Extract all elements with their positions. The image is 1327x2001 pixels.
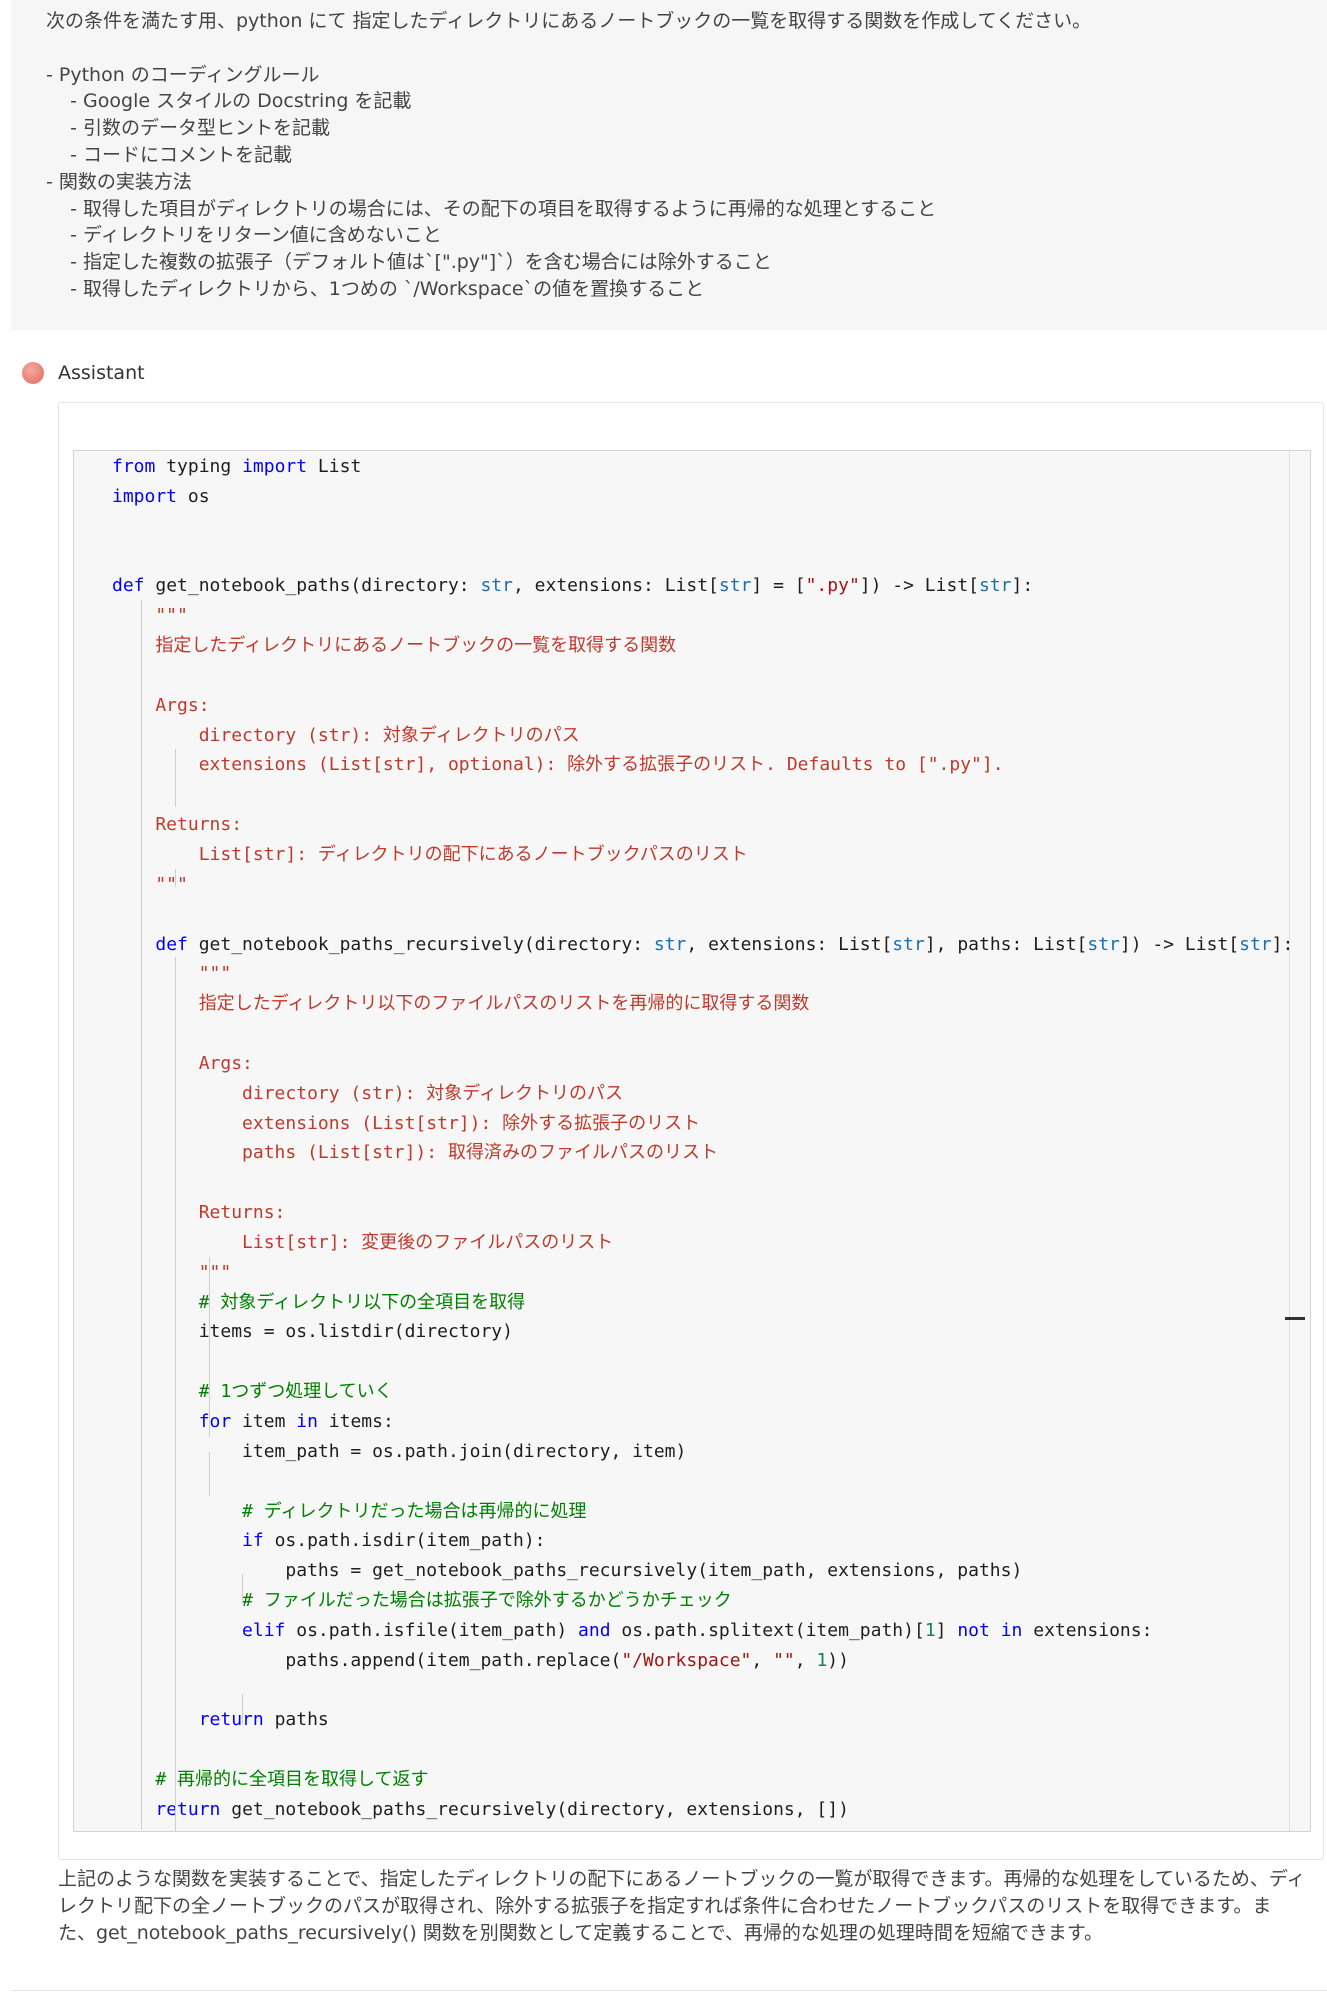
code-line: items = os.listdir(directory): [112, 1321, 513, 1343]
indent-guide: [175, 869, 176, 887]
user-message-line: - 引数のデータ型ヒントを記載: [46, 117, 331, 140]
code-line: from typing import List: [112, 456, 362, 477]
code-line: import os: [112, 485, 210, 507]
indent-guide: [209, 1452, 210, 1496]
code-line: List[str]: ディレクトリの配下にあるノートブックパスのリスト: [112, 843, 748, 865]
scroll-position-marker[interactable]: [1285, 1317, 1305, 1320]
code-line: """: [112, 873, 188, 895]
bottom-divider: [11, 1990, 1327, 1991]
code-line: # ディレクトリだった場合は再帰的に処理: [112, 1500, 587, 1522]
user-message-line: - 関数の実装方法: [46, 170, 192, 193]
code-content[interactable]: from typing import List import os def get…: [112, 452, 1293, 1825]
user-message-line: - コードにコメントを記載: [46, 143, 293, 166]
indent-guide: [242, 1574, 243, 1604]
user-message-line: - Python のコーディングルール: [46, 63, 320, 86]
code-line: item_path = os.path.join(directory, item…: [112, 1440, 687, 1462]
code-line: Returns:: [112, 814, 243, 836]
code-line: """: [112, 605, 188, 627]
code-line: List[str]: 変更後のファイルパスのリスト: [112, 1231, 614, 1253]
code-line: Returns:: [112, 1202, 286, 1224]
code-line: # ファイルだった場合は拡張子で除外するかどうかチェック: [112, 1590, 732, 1612]
assistant-role-label: Assistant: [58, 362, 145, 384]
code-line: directory (str): 対象ディレクトリのパス: [112, 724, 580, 746]
user-message-line: [46, 35, 1091, 62]
code-line: Args:: [112, 694, 210, 716]
code-line: elif os.path.isfile(item_path) and os.pa…: [242, 1619, 1153, 1641]
code-line: # 再帰的に全項目を取得して返す: [112, 1769, 429, 1791]
user-message-line: - 指定した複数の拡張子（デフォルト値は`[".py"]`）を含む場合には除外す…: [46, 251, 772, 274]
code-line: paths = get_notebook_paths_recursively(i…: [112, 1560, 1023, 1582]
indent-guide: [141, 600, 142, 1830]
code-line: Args:: [112, 1052, 253, 1074]
assistant-header: Assistant: [22, 360, 145, 386]
code-line: paths (List[str]): 取得済みのファイルパスのリスト: [112, 1142, 718, 1164]
code-line: # 1つずつ処理していく: [112, 1381, 393, 1403]
code-line: """: [112, 1261, 232, 1283]
code-line: # 対象ディレクトリ以下の全項目を取得: [112, 1291, 526, 1313]
code-line: """: [112, 963, 232, 985]
code-scrollbar[interactable]: [1285, 451, 1310, 1831]
code-line: return get_notebook_paths_recursively(di…: [155, 1798, 849, 1820]
code-line: 指定したディレクトリ以下のファイルパスのリストを再帰的に取得する関数: [112, 993, 810, 1015]
code-line: for item in items:: [198, 1411, 394, 1432]
indent-guide: [175, 957, 176, 1831]
user-message-line: - ディレクトリをリターン値に含めないこと: [46, 224, 442, 247]
code-line: if os.path.isdir(item_path):: [242, 1530, 546, 1552]
code-block[interactable]: from typing import List import os def get…: [73, 450, 1311, 1832]
code-line: extensions (List[str]): 除外する拡張子のリスト: [112, 1112, 701, 1134]
assistant-avatar: [22, 362, 44, 384]
code-line: 指定したディレクトリにあるノートブックの一覧を取得する関数: [112, 635, 677, 657]
code-line: def get_notebook_paths(directory: str, e…: [112, 575, 1034, 597]
code-line: return paths: [198, 1709, 329, 1731]
indent-guide: [242, 1694, 243, 1724]
user-message-line: 次の条件を満たす用、python にて 指定したディレクトリにあるノートブックの…: [46, 10, 1092, 32]
user-message-line: - 取得した項目がディレクトリの場合には、その配下の項目を取得するように再帰的な…: [46, 197, 937, 220]
code-line: def get_notebook_paths_recursively(direc…: [155, 933, 1294, 955]
code-line: paths.append(item_path.replace("/Workspa…: [112, 1649, 849, 1671]
indent-guide: [175, 749, 176, 807]
code-line: extensions (List[str], optional): 除外する拡張…: [112, 754, 1004, 776]
indent-guide: [209, 1257, 210, 1437]
user-message-text: 次の条件を満たす用、python にて 指定したディレクトリにあるノートブックの…: [46, 8, 1091, 303]
indent-guide: [175, 1106, 176, 1166]
user-message-line: - Google スタイルの Docstring を記載: [46, 90, 412, 113]
code-line: directory (str): 対象ディレクトリのパス: [112, 1082, 624, 1104]
user-message-line: - 取得したディレクトリから、1つめの `/Workspace`の値を置換するこ…: [46, 277, 705, 300]
assistant-summary-text: 上記のような関数を実装することで、指定したディレクトリの配下にあるノートブックの…: [58, 1868, 1306, 1944]
